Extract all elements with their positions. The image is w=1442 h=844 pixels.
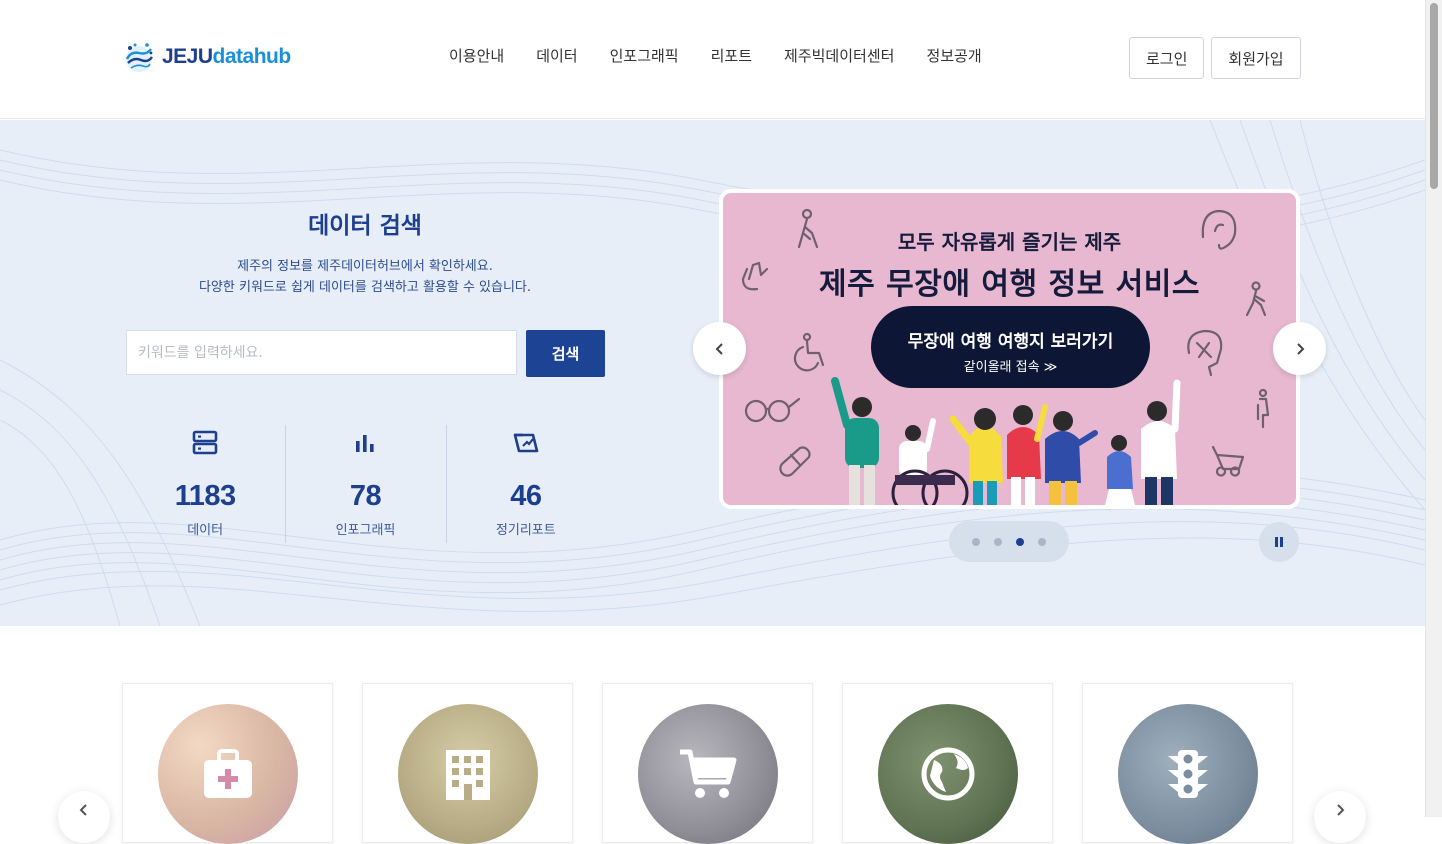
bar-chart-icon	[356, 435, 375, 452]
scrollbar-thumb[interactable]	[1430, 3, 1438, 189]
nav-item-report[interactable]: 리포트	[711, 45, 752, 66]
logo-mark-icon	[125, 43, 153, 72]
category-image-building	[398, 704, 538, 844]
category-prev-button[interactable]	[58, 791, 110, 843]
auth-buttons: 로그인 회원가입	[1129, 37, 1301, 79]
banner-subtitle: 모두 자유롭게 즐기는 제주	[897, 230, 1122, 254]
carousel-dot-1[interactable]	[972, 537, 980, 546]
category-card-building[interactable]	[362, 683, 573, 844]
stat-report[interactable]: 46 정기리포트	[445, 425, 606, 543]
banner-carousel: 모두 자유롭게 즐기는 제주 제주 무장애 여행 정보 서비스 무장애 여행 여…	[719, 189, 1300, 509]
signup-button[interactable]: 회원가입	[1211, 37, 1301, 79]
chevron-left-icon	[79, 804, 87, 816]
banner-slide[interactable]: 모두 자유롭게 즐기는 제주 제주 무장애 여행 정보 서비스 무장애 여행 여…	[723, 193, 1296, 505]
search-desc-line2: 다양한 키워드로 쉽게 데이터를 검색하고 활용할 수 있습니다.	[198, 280, 532, 295]
stat-infographic-value: 78	[349, 480, 382, 512]
category-card-health[interactable]	[122, 683, 333, 844]
carousel-pause-button[interactable]	[1259, 522, 1299, 562]
stat-data[interactable]: 1183 데이터	[125, 425, 285, 543]
login-button[interactable]: 로그인	[1129, 37, 1205, 79]
nav-item-data[interactable]: 데이터	[536, 45, 577, 66]
logo-text-datahub: datahub	[212, 45, 292, 68]
search-input[interactable]	[126, 330, 517, 375]
banner-prev-button[interactable]	[693, 322, 746, 375]
database-icon	[192, 430, 218, 455]
category-card-traffic[interactable]	[1082, 683, 1293, 844]
traffic-light-icon	[1168, 750, 1208, 798]
site-header: JEJUdatahub 이용안내 데이터 인포그래픽 리포트 제주빅데이터센터 …	[0, 0, 1425, 119]
category-card-commerce[interactable]	[602, 683, 813, 844]
search-title: 데이터 검색	[308, 213, 422, 239]
category-image-commerce	[638, 704, 778, 844]
logo-text: JEJUdatahub	[162, 45, 291, 69]
search-button[interactable]: 검색	[526, 330, 605, 377]
nav-item-infographic[interactable]: 인포그래픽	[610, 45, 679, 66]
chevron-right-icon	[1337, 804, 1345, 816]
stat-data-value: 1183	[174, 480, 236, 512]
main-nav: 이용안내 데이터 인포그래픽 리포트 제주빅데이터센터 정보공개	[449, 45, 982, 66]
category-carousel	[0, 626, 1425, 844]
report-icon	[513, 433, 539, 453]
carousel-dot-2[interactable]	[994, 537, 1002, 546]
banner-title: 제주 무장애 여행 정보 서비스	[819, 267, 1200, 302]
medical-bag-icon	[204, 749, 252, 798]
carousel-pagination	[949, 521, 1069, 562]
site-logo[interactable]: JEJUdatahub	[122, 40, 291, 74]
stats-summary: 1183 데이터 78 인포그래픽 46 정기리포트	[125, 425, 606, 543]
cart-icon	[680, 749, 737, 798]
stat-infographic-label: 인포그래픽	[335, 523, 396, 538]
chevron-left-icon	[715, 342, 723, 355]
nav-item-disclosure[interactable]: 정보공개	[926, 45, 981, 66]
hero-section: 데이터 검색 제주의 정보를 제주데이터허브에서 확인하세요. 다양한 키워드로…	[0, 120, 1425, 626]
globe-icon	[921, 747, 975, 801]
nav-item-bigdata-center[interactable]: 제주빅데이터센터	[784, 45, 894, 66]
carousel-dot-4[interactable]	[1038, 537, 1046, 546]
banner-next-button[interactable]	[1273, 322, 1326, 375]
category-next-button[interactable]	[1314, 791, 1366, 843]
category-image-traffic	[1118, 704, 1258, 844]
category-card-environment[interactable]	[842, 683, 1053, 844]
page-scrollbar[interactable]	[1425, 0, 1442, 817]
banner-cta-sub: 같이올래 접속 ≫	[963, 360, 1058, 375]
carousel-dot-3[interactable]	[1016, 537, 1024, 546]
category-image-health	[158, 704, 298, 844]
search-desc-line1: 제주의 정보를 제주데이터허브에서 확인하세요.	[237, 259, 493, 274]
stat-infographic[interactable]: 78 인포그래픽	[285, 425, 445, 543]
stat-report-value: 46	[510, 480, 542, 512]
nav-item-guide[interactable]: 이용안내	[449, 45, 504, 66]
banner-cta-button[interactable]: 무장애 여행 여행지 보러가기 같이올래 접속 ≫	[871, 306, 1150, 388]
pause-icon	[1275, 537, 1283, 547]
stat-report-label: 정기리포트	[495, 523, 556, 538]
chevron-right-icon	[1296, 342, 1304, 355]
category-image-environment	[878, 704, 1018, 844]
building-icon	[446, 750, 490, 800]
banner-cta-main: 무장애 여행 여행지 보러가기	[907, 332, 1114, 352]
stat-data-label: 데이터	[187, 523, 224, 538]
logo-text-jeju: JEJU	[162, 45, 213, 68]
search-description: 제주의 정보를 제주데이터허브에서 확인하세요. 다양한 키워드로 쉽게 데이터…	[125, 256, 605, 298]
